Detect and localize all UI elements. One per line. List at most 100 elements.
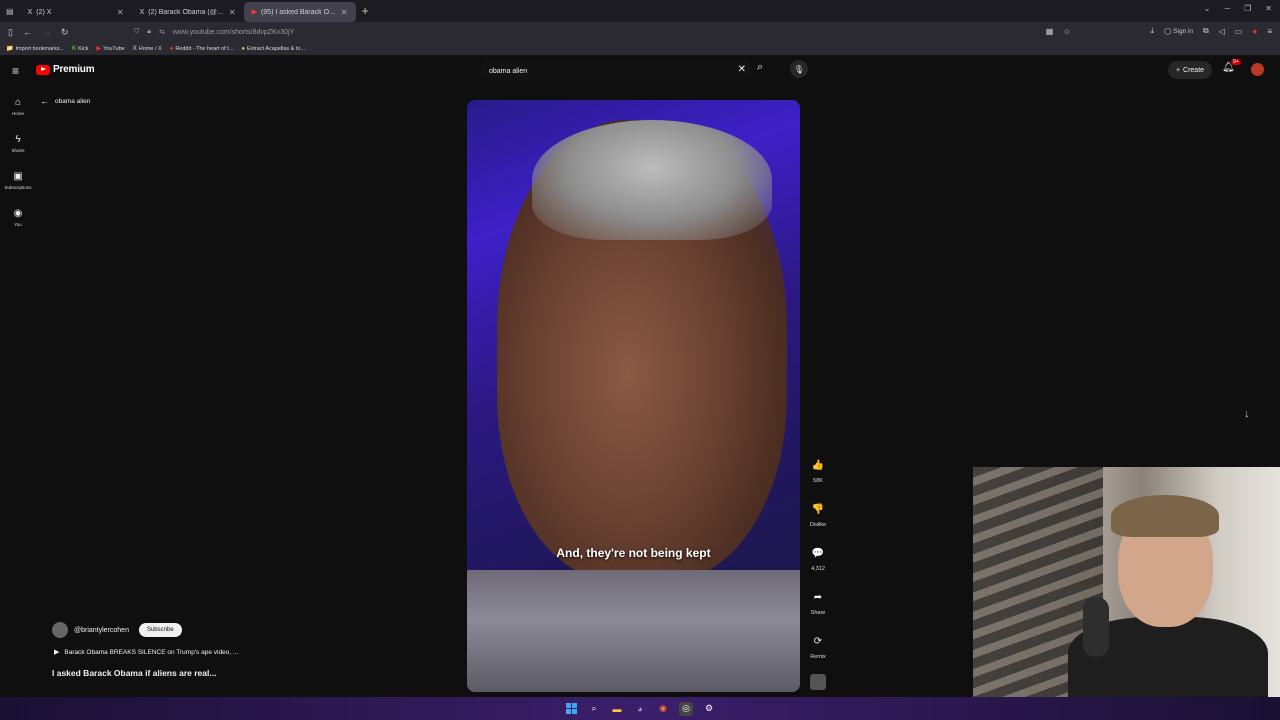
share-label: Share [810,610,826,616]
account-avatar[interactable] [1251,63,1264,76]
restore-icon[interactable]: ❐ [1244,4,1251,13]
extension-badge-icon[interactable]: ● [1252,27,1257,36]
close-icon[interactable]: ✕ [341,8,348,17]
shorts-video-player[interactable]: And, they're not being kept [467,100,800,692]
remix-label: Remix [810,654,826,660]
minimize-icon[interactable]: ─ [1224,4,1230,13]
channel-info: @briantylercohen Subscribe [52,622,182,638]
play-icon: ▶ [54,649,60,656]
video-caption: And, they're not being kept [556,546,711,560]
sound-icon[interactable]: ⇆ [159,28,165,36]
hamburger-menu-icon[interactable]: ≡ [12,64,19,78]
bookmark-item[interactable]: K Kick [72,46,88,52]
window-controls: ⌄ ─ ❐ ✕ [1204,4,1272,13]
firefox-icon[interactable]: ◉ [656,702,670,716]
bookmark-item[interactable]: ▶ YouTube [96,45,125,53]
browser-tab-x[interactable]: X (2) X ✕ [20,2,132,22]
comments-button[interactable]: 💬 4,312 [804,543,832,587]
subscribe-button[interactable]: Subscribe [138,623,182,637]
back-to-search-button[interactable]: ← obama alien [40,96,90,106]
short-title: I asked Barack Obama if aliens are real.… [52,668,217,678]
channel-name[interactable]: @briantylercohen [74,627,129,634]
search-value: obama alien [489,67,528,75]
clear-search-icon[interactable]: ✕ [738,64,746,75]
browser-tab-bar: ▤ X (2) X ✕ X (2) Barack Obama (@BarackO… [0,0,1280,22]
bookmark-label: Import bookmarks... [15,45,65,52]
tab-title: (2) Barack Obama (@BarackOb... [148,8,225,16]
reload-icon[interactable]: ↻ [61,27,69,38]
bookmark-star-icon[interactable]: ☆ [1063,27,1070,36]
tab-dropdown-icon[interactable]: ⌄ [1204,4,1211,13]
downloads-icon[interactable]: ⤓ [1151,26,1155,36]
reddit-icon: ● [169,45,174,52]
close-window-icon[interactable]: ✕ [1265,4,1272,13]
webcam-overlay [973,467,1280,700]
sidebar-item-label: Home [11,111,24,116]
shorts-action-bar: 👍 58K 👎 Dislike 💬 4,312 ➦ Share ⟳ Remix [804,455,832,675]
sidebar-item-shorts[interactable]: ϟ Shorts [0,125,36,162]
close-icon[interactable]: ✕ [117,8,124,17]
menu-icon[interactable]: ≡ [1267,27,1272,36]
sidebar-toggle-icon[interactable]: ▯ [8,27,13,38]
like-button[interactable]: 👍 58K [804,455,832,499]
browser-tab-youtube-short[interactable]: ▶ (95) I asked Barack Obama... ✕ [243,2,356,22]
bookmark-item[interactable]: ● Reddit - The heart of t... [170,46,234,52]
youtube-logo[interactable]: Premium [36,64,95,75]
sidebar-item-home[interactable]: ⌂ Home [0,88,36,125]
create-button[interactable]: + Create [1168,61,1212,79]
channel-avatar[interactable] [52,622,68,638]
lock-icon[interactable]: 🔒︎ [147,28,151,36]
bookmark-item[interactable]: 📁 Import bookmarks... [6,45,65,53]
sidebar-item-you[interactable]: ◉ You [0,199,36,236]
remix-button[interactable]: ⟳ Remix [804,631,832,675]
streamer-cap [1111,495,1219,537]
forward-icon[interactable]: → [42,27,51,37]
back-icon[interactable]: ← [23,27,32,37]
shield-icon[interactable]: ⛉ [134,28,139,36]
related-video-link[interactable]: ▶ Barack Obama BREAKS SILENCE on Trump's… [54,648,238,657]
bookmark-item[interactable]: ● Extract Acapellas & In... [241,46,305,52]
url-text[interactable]: www.youtube.com/shorts/8dvpZKv30jY [173,29,294,36]
youtube-header: ≡ Premium obama alien ✕ ⌕ 🎙︎ + Create 🔔︎… [0,56,1280,86]
tab-list-icon[interactable]: ▤ [6,7,14,16]
next-short-arrow-icon[interactable]: ↓ [1244,408,1250,420]
search-query-label: obama alien [55,97,91,105]
speaker-shirt [467,570,800,692]
url-bar[interactable]: ⛉ 🔒︎ ⇆ www.youtube.com/shorts/8dvpZKv30j… [134,25,1084,39]
back-arrow-icon: ← [40,96,49,106]
microphone-icon[interactable]: 🎙︎ [790,60,808,78]
sign-in-label: Sign in [1173,28,1194,35]
new-tab-icon[interactable]: + [362,4,369,18]
youtube-icon: ▶ [251,9,257,16]
extensions-icon[interactable]: ⧉ [1203,26,1209,36]
sign-in-button[interactable]: ◯ Sign in [1164,27,1193,35]
reader-view-icon[interactable]: ▦ [1046,27,1054,36]
youtube-play-icon [36,64,50,75]
create-label: Create [1183,66,1205,74]
remix-icon: ⟳ [813,635,823,647]
share-button[interactable]: ➦ Share [804,587,832,631]
bookmark-item[interactable]: X Home / X [133,46,162,52]
comment-count: 4,312 [811,566,825,572]
chrome-icon[interactable]: ◎ [679,701,693,716]
browser-tab-barack-obama[interactable]: X (2) Barack Obama (@BarackOb... ✕ [132,2,244,22]
logo-text: Premium [53,64,95,75]
mute-icon[interactable]: ◁ [1219,27,1225,36]
search-input[interactable]: obama alien ✕ [480,60,752,82]
speaker-hair [532,120,772,240]
search-icon[interactable]: ⌕ [587,702,601,716]
search-icon[interactable]: ⌕ [757,61,763,74]
bookmark-label: YouTube [103,45,125,52]
youtube-icon: ▶ [96,46,102,52]
tab-title: (2) X [36,8,52,16]
close-icon[interactable]: ✕ [229,8,236,17]
sidebar-item-subscriptions[interactable]: ▣ Subscriptions [0,162,36,199]
x-icon: X [27,8,33,16]
sidebar-icon[interactable]: ▭ [1235,27,1243,36]
settings-icon[interactable]: ⚙ [702,702,716,716]
file-explorer-icon[interactable]: ▬ [610,702,624,716]
dislike-button[interactable]: 👎 Dislike [804,499,832,543]
channel-thumbnail[interactable] [810,674,826,690]
windows-start-icon[interactable] [564,702,578,716]
discord-icon[interactable]: ◕ [633,702,647,716]
